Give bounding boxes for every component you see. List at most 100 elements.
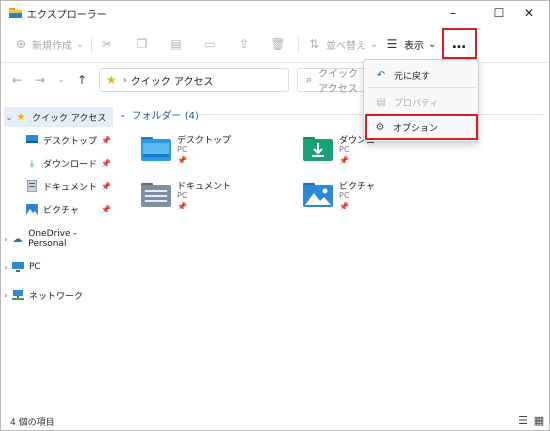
see-more-menu: ↶ 元に戻す ▤ プロパティ ⚙ オプション bbox=[363, 59, 479, 142]
sidebar-item-pictures[interactable]: ピクチャ 📌 bbox=[1, 199, 115, 219]
scissors-icon: ✂ bbox=[101, 37, 113, 51]
desktop-icon bbox=[25, 134, 39, 146]
folder-location: PC bbox=[339, 191, 350, 200]
network-icon bbox=[11, 289, 25, 301]
onedrive-icon: ☁ bbox=[12, 233, 23, 245]
forward-arrow-icon[interactable]: → bbox=[32, 72, 48, 88]
share-button[interactable]: ⇪ bbox=[236, 33, 252, 55]
menu-item-properties[interactable]: ▤ プロパティ bbox=[368, 91, 476, 113]
sidebar-item-downloads[interactable]: ⤓ ダウンロード 📌 bbox=[1, 153, 115, 173]
pin-icon: 📌 bbox=[339, 202, 349, 211]
address-path: クイック アクセス bbox=[130, 76, 214, 88]
recent-chevron-icon[interactable]: ⌄ bbox=[53, 72, 69, 88]
view-label: 表示 bbox=[404, 40, 424, 52]
folder-location: PC bbox=[339, 145, 350, 154]
up-arrow-icon[interactable]: ↑ bbox=[74, 72, 90, 88]
details-view-icon[interactable]: ☰ bbox=[517, 414, 529, 427]
pin-icon: 📌 bbox=[177, 202, 187, 211]
sidebar-item-documents[interactable]: ドキュメント 📌 bbox=[1, 176, 115, 196]
sidebar-item-onedrive[interactable]: › ☁ OneDrive - Personal bbox=[1, 229, 115, 249]
command-bar: ⊕ 新規作成 ⌄ ✂ ❐ ▤ ▭ ⇪ 🗑 ⇅ 並べ替え ⌄ ☰ 表示 ⌄ … bbox=[1, 25, 549, 63]
sidebar-item-pc[interactable]: › PC bbox=[1, 257, 115, 277]
chevron-down-icon: ⌄ bbox=[119, 109, 127, 120]
chevron-right-icon[interactable]: › bbox=[1, 291, 11, 300]
minimize-button[interactable]: – bbox=[433, 1, 473, 25]
chevron-down-icon: ⌄ bbox=[370, 38, 379, 50]
folder-tile-documents[interactable]: ドキュメント PC 📌 bbox=[141, 177, 291, 221]
menu-item-label: プロパティ bbox=[394, 98, 439, 109]
sidebar-item-desktop[interactable]: デスクトップ 📌 bbox=[1, 130, 115, 150]
close-button[interactable]: ✕ bbox=[509, 1, 549, 25]
pc-icon bbox=[11, 261, 25, 273]
search-input[interactable]: ⌕ クイック アクセス bbox=[297, 68, 367, 95]
folder-location: PC bbox=[177, 191, 188, 200]
see-more-button[interactable]: … bbox=[442, 28, 477, 59]
sort-button[interactable]: ⇅ 並べ替え ⌄ bbox=[306, 33, 378, 55]
sidebar-item-label: デスクトップ bbox=[43, 136, 98, 147]
group-header-label: フォルダー (4) bbox=[131, 111, 199, 122]
star-icon: ★ bbox=[16, 111, 26, 123]
downloads-folder-icon bbox=[303, 137, 333, 161]
rename-icon: ▭ bbox=[204, 37, 216, 51]
sidebar-item-label: ネットワーク bbox=[29, 291, 84, 302]
item-count: 4 個の項目 bbox=[10, 418, 55, 428]
chevron-down-icon: ⌄ bbox=[428, 38, 437, 50]
copy-button[interactable]: ❐ bbox=[134, 33, 150, 55]
folder-options-icon: ⚙ bbox=[375, 121, 385, 133]
menu-item-undo[interactable]: ↶ 元に戻す bbox=[368, 64, 476, 86]
view-button[interactable]: ☰ 表示 ⌄ bbox=[384, 33, 437, 55]
share-icon: ⇪ bbox=[238, 37, 250, 51]
sidebar-item-label: ピクチャ bbox=[43, 205, 79, 216]
copy-icon: ❐ bbox=[136, 37, 148, 51]
rename-button[interactable]: ▭ bbox=[202, 33, 218, 55]
folder-tile-desktop[interactable]: デスクトップ PC 📌 bbox=[141, 131, 291, 175]
address-bar[interactable]: ★ › クイック アクセス bbox=[99, 68, 289, 92]
desktop-folder-icon bbox=[141, 137, 171, 161]
pictures-folder-icon bbox=[303, 183, 333, 207]
chevron-right-icon[interactable]: › bbox=[1, 263, 11, 272]
divider bbox=[298, 37, 299, 53]
folder-location: PC bbox=[177, 145, 188, 154]
trash-icon: 🗑 bbox=[270, 37, 286, 51]
clipboard-icon: ▤ bbox=[170, 37, 182, 51]
back-arrow-icon[interactable]: ← bbox=[9, 72, 25, 88]
menu-item-options[interactable]: ⚙ オプション bbox=[365, 114, 478, 140]
menu-item-label: 元に戻す bbox=[394, 71, 431, 82]
pin-icon: 📌 bbox=[339, 156, 349, 165]
new-button[interactable]: ⊕ 新規作成 ⌄ bbox=[13, 33, 84, 55]
chevron-down-icon[interactable]: ⌄ bbox=[4, 113, 14, 122]
pin-icon: 📌 bbox=[101, 204, 111, 214]
pin-icon: 📌 bbox=[177, 156, 187, 165]
sort-label: 並べ替え bbox=[326, 40, 366, 52]
group-header[interactable]: ⌄ フォルダー (4) bbox=[119, 107, 199, 123]
folder-tile-pictures[interactable]: ピクチャ PC 📌 bbox=[303, 177, 453, 221]
new-plus-icon: ⊕ bbox=[15, 37, 27, 51]
star-icon: ★ bbox=[106, 73, 117, 87]
view-list-icon: ☰ bbox=[386, 37, 398, 51]
undo-icon: ↶ bbox=[376, 69, 386, 81]
sidebar-item-quick-access[interactable]: ⌄ ★ クイック アクセス bbox=[4, 107, 113, 127]
document-icon bbox=[25, 180, 39, 192]
sidebar-item-label: ダウンロード bbox=[43, 159, 98, 170]
pin-icon: 📌 bbox=[101, 181, 111, 191]
cut-button[interactable]: ✂ bbox=[99, 33, 115, 55]
chevron-right-icon: › bbox=[122, 74, 127, 86]
chevron-right-icon[interactable]: › bbox=[1, 235, 11, 244]
paste-button[interactable]: ▤ bbox=[168, 33, 184, 55]
search-icon: ⌕ bbox=[306, 73, 313, 86]
sort-icon: ⇅ bbox=[308, 37, 320, 51]
documents-folder-icon bbox=[141, 183, 171, 207]
pin-icon: 📌 bbox=[101, 135, 111, 145]
title-bar: エクスプローラー – ☐ ✕ bbox=[1, 1, 549, 25]
tiles-view-icon[interactable]: ▦ bbox=[533, 414, 545, 427]
menu-item-label: オプション bbox=[393, 123, 439, 134]
sidebar-item-label: PC bbox=[29, 262, 41, 272]
pin-icon: 📌 bbox=[101, 158, 111, 168]
explorer-window: エクスプローラー – ☐ ✕ ⊕ 新規作成 ⌄ ✂ ❐ ▤ ▭ ⇪ 🗑 ⇅ 並べ… bbox=[0, 0, 550, 431]
divider bbox=[91, 37, 92, 53]
download-icon: ⤓ bbox=[29, 157, 35, 169]
properties-icon: ▤ bbox=[376, 96, 386, 108]
delete-button[interactable]: 🗑 bbox=[270, 33, 286, 55]
sidebar-item-network[interactable]: › ネットワーク bbox=[1, 285, 115, 305]
divider bbox=[368, 87, 476, 88]
